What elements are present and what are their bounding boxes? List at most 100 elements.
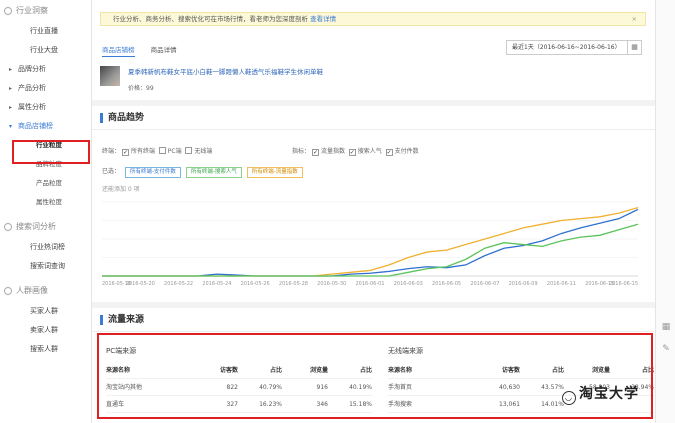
caret-right-icon: ▸ bbox=[9, 85, 13, 92]
table-row[interactable]: 直通车 327 16.23% 346 15.18% bbox=[106, 396, 372, 413]
x-tick-label: 2016-06-01 bbox=[355, 281, 384, 287]
table-cell: 916 bbox=[316, 384, 328, 391]
table-header: 来源名称 访客数 占比 浏览量 占比 bbox=[388, 362, 654, 379]
terminal-checkbox-pc[interactable]: PC端 bbox=[158, 147, 182, 155]
mobile-table-title: 无线端来源 bbox=[388, 347, 423, 355]
product-thumbnail[interactable] bbox=[100, 66, 120, 86]
x-tick-label: 2016-06-11 bbox=[547, 281, 576, 287]
feedback-icon[interactable]: ✎ bbox=[660, 344, 672, 356]
trend-chart: 2016-05-182016-05-20 2016-05-22 2016-05-24… bbox=[102, 201, 639, 287]
sidebar-item-sellers[interactable]: 卖家人群 bbox=[0, 321, 91, 340]
x-tick-label: 2016-06-09 bbox=[509, 281, 538, 287]
table-cell: 327 bbox=[226, 401, 238, 408]
close-icon[interactable]: × bbox=[632, 13, 637, 25]
sidebar-group-ranking[interactable]: ▾ 商品店铺榜 bbox=[0, 117, 91, 136]
table-cell: 15.18% bbox=[349, 401, 372, 408]
main-panel: 行业分析、商务分析、搜索优化可在市场行情，看老师为您深度剖析 查看详情 × 商品… bbox=[92, 0, 655, 423]
terminal-checkbox-all[interactable]: ✓ 所有终端 bbox=[121, 148, 155, 156]
checkbox-label: 搜索人气 bbox=[357, 148, 382, 155]
x-tick-label: 2016-05-30 bbox=[317, 281, 346, 287]
caret-down-icon: ▾ bbox=[9, 123, 13, 130]
table-cell: 40,630 bbox=[499, 384, 520, 391]
col-header: 访客数 bbox=[219, 367, 238, 374]
col-header: 浏览量 bbox=[309, 367, 328, 374]
metric-checkbox-orders[interactable]: ✓ 支付件数 bbox=[385, 148, 419, 156]
date-range-text: 最近1天（2016-06-16~2016-06-16） bbox=[512, 44, 621, 51]
metric-checkbox-search[interactable]: ✓ 搜索人气 bbox=[348, 148, 382, 156]
chip-search[interactable]: 所有终端-搜索人气 bbox=[185, 167, 242, 178]
date-range-picker[interactable]: 最近1天（2016-06-16~2016-06-16） ▦ bbox=[506, 40, 642, 55]
notice-text: 行业分析、商务分析、搜索优化可在市场行情，看老师为您深度剖析 bbox=[113, 15, 308, 23]
compare-hint: 还能添加 0 项 bbox=[102, 186, 140, 193]
chip-traffic[interactable]: 所有终端-流量指数 bbox=[246, 167, 303, 178]
checkbox-checked-icon: ✓ bbox=[348, 149, 356, 156]
checkbox-label: PC端 bbox=[167, 148, 182, 155]
sidebar-item-live[interactable]: 行业直播 bbox=[0, 22, 91, 41]
product-price: 价格：99 bbox=[128, 85, 154, 92]
product-title[interactable]: 夏季韩新帆布鞋女平底小白鞋一脚蹬懒人鞋透气乐福鞋学生休闲单鞋 bbox=[128, 66, 323, 76]
sidebar-item-buyers[interactable]: 买家人群 bbox=[0, 302, 91, 321]
table-cell: 14.01% bbox=[541, 401, 564, 408]
table-cell: 手淘首页 bbox=[388, 384, 413, 391]
terminal-filter: 终端： ✓ 所有终端 PC端 无线端 bbox=[102, 146, 212, 156]
col-header: 占比 bbox=[551, 367, 564, 374]
trend-section: 商品趋势 终端： ✓ 所有终端 PC端 无线端 指标： ✓ 流量指数 ✓ 搜索人气 ✓… bbox=[92, 100, 655, 296]
qr-code-icon[interactable]: ▦ bbox=[660, 322, 672, 334]
x-tick-label: 2016-05-24 bbox=[202, 281, 231, 287]
col-header: 来源名称 bbox=[106, 367, 131, 374]
sidebar-group-product[interactable]: ▸ 产品分析 bbox=[0, 79, 91, 98]
col-header: 占比 bbox=[641, 367, 654, 374]
metric-label: 指标： bbox=[292, 148, 311, 155]
terminal-checkbox-mobile[interactable]: 无线端 bbox=[185, 147, 212, 155]
sidebar-group-brand[interactable]: ▸ 品牌分析 bbox=[0, 60, 91, 79]
trend-title: 商品趋势 bbox=[92, 106, 655, 130]
sidebar-sub-attribute[interactable]: 属性粒度 bbox=[0, 193, 91, 212]
col-header: 浏览量 bbox=[591, 367, 610, 374]
right-toolbar: ▦ ✎ bbox=[655, 0, 675, 423]
table-cell: 手淘搜索 bbox=[388, 401, 413, 408]
table-cell: 16.23% bbox=[259, 401, 282, 408]
calendar-icon[interactable]: ▦ bbox=[627, 41, 641, 54]
metric-filter: 指标： ✓ 流量指数 ✓ 搜索人气 ✓ 支付件数 bbox=[292, 146, 419, 156]
series-line-2[interactable] bbox=[102, 223, 639, 277]
caret-right-icon: ▸ bbox=[9, 66, 13, 73]
sidebar-sub-industry[interactable]: 行业粒度 bbox=[0, 136, 91, 155]
col-header: 来源名称 bbox=[388, 367, 413, 374]
tab-ranking[interactable]: 商品店铺榜 bbox=[102, 46, 135, 57]
sidebar-section-label: 人群画像 bbox=[16, 286, 48, 295]
x-tick-label: 2016-05-28 bbox=[279, 281, 308, 287]
series-line-0[interactable] bbox=[102, 208, 639, 277]
people-icon bbox=[4, 287, 12, 295]
table-cell: 40.19% bbox=[349, 384, 372, 391]
sidebar: 行业洞察 行业直播 行业大盘 ▸ 品牌分析 ▸ 产品分析 ▸ 属性分析 ▾ 商品店铺榜 … bbox=[0, 0, 92, 423]
metric-checkbox-traffic[interactable]: ✓ 流量指数 bbox=[311, 148, 345, 156]
table-cell: 直通车 bbox=[106, 401, 125, 408]
x-tick-label: 2016-05-20 bbox=[126, 281, 155, 287]
sidebar-group-label: 商品店铺榜 bbox=[18, 122, 53, 130]
notice-link[interactable]: 查看详情 bbox=[310, 15, 336, 23]
sidebar-item-hotwords[interactable]: 行业热词榜 bbox=[0, 238, 91, 257]
selected-label: 已选： bbox=[102, 168, 121, 175]
sidebar-section-search: 搜索词分析 bbox=[0, 216, 91, 238]
caret-right-icon: ▸ bbox=[9, 104, 13, 111]
sidebar-item-market[interactable]: 行业大盘 bbox=[0, 41, 91, 60]
sidebar-sub-product[interactable]: 产品粒度 bbox=[0, 174, 91, 193]
table-row[interactable]: 淘宝站内其他 822 40.79% 916 40.19% bbox=[106, 379, 372, 396]
checkbox-checked-icon: ✓ bbox=[311, 149, 319, 156]
col-header: 访客数 bbox=[501, 367, 520, 374]
sidebar-item-query[interactable]: 搜索词查询 bbox=[0, 257, 91, 276]
chip-orders[interactable]: 所有终端-支付件数 bbox=[124, 167, 181, 178]
sidebar-sub-brand[interactable]: 品牌粒度 bbox=[0, 155, 91, 174]
sidebar-item-searchers[interactable]: 搜索人群 bbox=[0, 340, 91, 359]
table-cell: 346 bbox=[316, 401, 328, 408]
tab-product-detail[interactable]: 商品详情 bbox=[151, 46, 177, 54]
sidebar-section-industry: 行业洞察 bbox=[0, 0, 91, 22]
watermark-logo-icon: ◡ bbox=[562, 391, 576, 405]
sidebar-group-attribute[interactable]: ▸ 属性分析 bbox=[0, 98, 91, 117]
checkbox-checked-icon: ✓ bbox=[385, 149, 393, 156]
app-root: 行业洞察 行业直播 行业大盘 ▸ 品牌分析 ▸ 产品分析 ▸ 属性分析 ▾ 商品店铺榜 … bbox=[0, 0, 675, 423]
pc-source-table: PC端来源 来源名称 访客数 占比 浏览量 占比 淘宝站内其他 822 40.7… bbox=[106, 346, 372, 413]
terminal-label: 终端： bbox=[102, 148, 121, 155]
checkbox-label: 所有终端 bbox=[130, 148, 155, 155]
x-tick-label: 2016-05-22 bbox=[164, 281, 193, 287]
